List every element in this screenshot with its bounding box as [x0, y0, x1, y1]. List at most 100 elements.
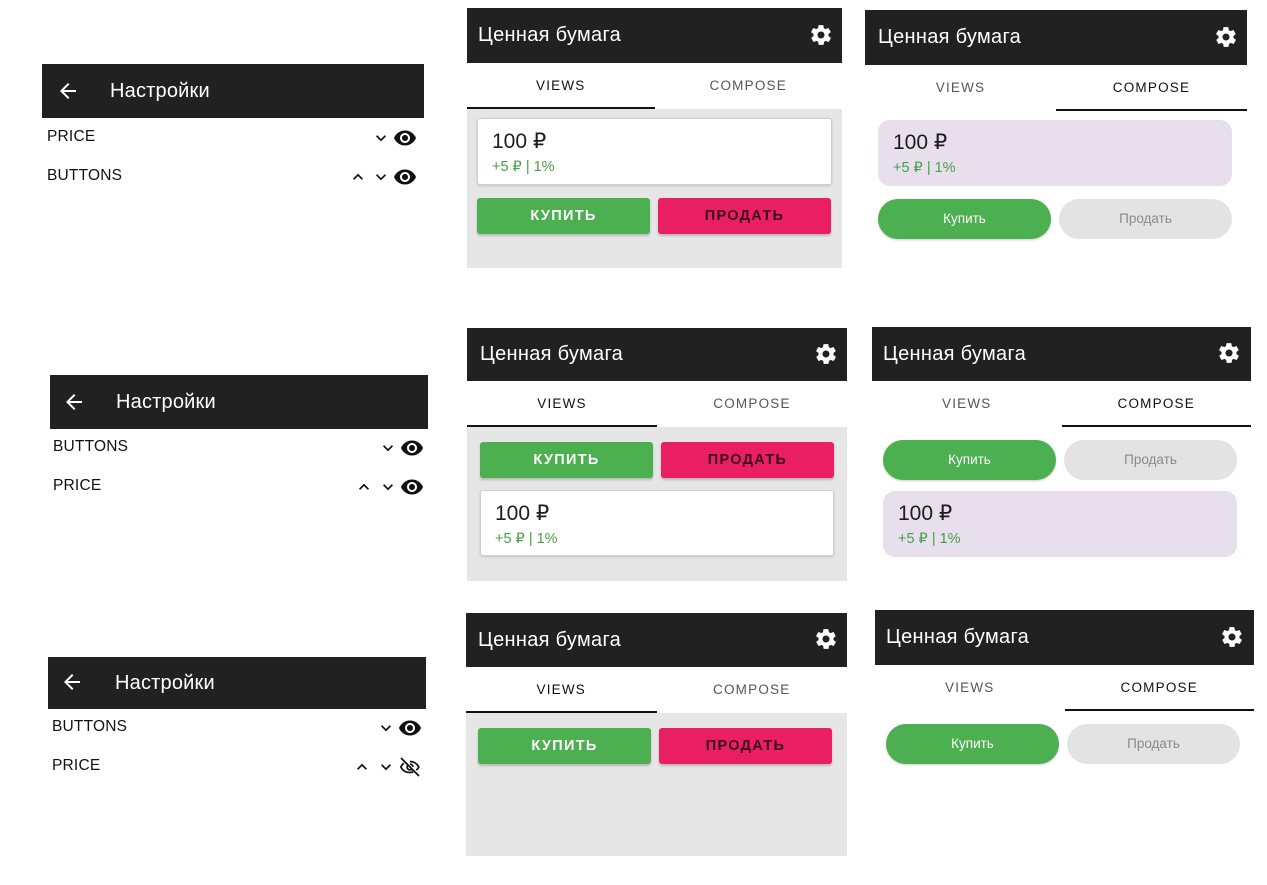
- sell-button[interactable]: ПРОДАТЬ: [661, 442, 834, 478]
- chevron-down-icon[interactable]: [376, 436, 400, 460]
- settings-row-price: PRICE: [42, 124, 424, 152]
- buy-button[interactable]: КУПИТЬ: [480, 442, 653, 478]
- compose-content: Купить Продать: [875, 711, 1254, 770]
- screen-views-buttons-only: Ценная бумага VIEWS COMPOSE КУПИТЬ ПРОДА…: [466, 613, 847, 856]
- price-card: 100 ₽ +5 ₽ | 1%: [878, 120, 1232, 186]
- settings-title: Настройки: [115, 672, 215, 694]
- price-value: 100 ₽: [492, 130, 547, 153]
- settings-app-bar: Настройки: [48, 657, 426, 709]
- settings-app-bar: Настройки: [50, 375, 428, 429]
- app-bar: Ценная бумага: [875, 610, 1254, 665]
- back-arrow-icon[interactable]: [56, 79, 80, 103]
- views-content: КУПИТЬ ПРОДАТЬ: [466, 713, 847, 856]
- tab-bar: VIEWS COMPOSE: [466, 667, 847, 713]
- compose-content: 100 ₽ +5 ₽ | 1% Купить Продать: [865, 111, 1247, 250]
- chevron-down-icon[interactable]: [369, 165, 393, 189]
- price-value: 100 ₽: [898, 502, 953, 525]
- tab-compose[interactable]: COMPOSE: [1064, 665, 1254, 711]
- app-bar: Ценная бумага: [872, 327, 1251, 381]
- chevron-down-icon[interactable]: [369, 126, 393, 150]
- sell-button[interactable]: Продать: [1059, 199, 1232, 239]
- chevron-up-icon[interactable]: [346, 165, 370, 189]
- buy-button[interactable]: КУПИТЬ: [478, 728, 651, 764]
- settings-title: Настройки: [116, 391, 216, 413]
- settings-row-label: PRICE: [53, 477, 102, 494]
- settings-panel-2: Настройки BUTTONS PRICE: [50, 375, 428, 505]
- screen-title: Ценная бумага: [883, 343, 1027, 365]
- tab-views[interactable]: VIEWS: [467, 63, 655, 109]
- buy-button[interactable]: Купить: [883, 440, 1056, 480]
- gear-icon[interactable]: [814, 342, 838, 366]
- settings-row-price: PRICE: [48, 753, 426, 781]
- sell-button[interactable]: Продать: [1067, 724, 1240, 764]
- compose-content: Купить Продать 100 ₽ +5 ₽ | 1%: [872, 427, 1251, 572]
- views-content: КУПИТЬ ПРОДАТЬ 100 ₽ +5 ₽ | 1%: [467, 427, 847, 581]
- eye-icon[interactable]: [393, 126, 417, 150]
- tab-bar: VIEWS COMPOSE: [467, 381, 847, 427]
- settings-row-label: BUTTONS: [53, 438, 129, 455]
- tab-bar: VIEWS COMPOSE: [872, 381, 1251, 427]
- gear-icon[interactable]: [1220, 625, 1244, 649]
- tab-compose[interactable]: COMPOSE: [1056, 65, 1247, 111]
- settings-row-buttons: BUTTONS: [50, 434, 428, 462]
- tab-compose[interactable]: COMPOSE: [655, 63, 843, 109]
- tab-bar: VIEWS COMPOSE: [865, 65, 1247, 111]
- screen-views-buttons-price: Ценная бумага VIEWS COMPOSE КУПИТЬ ПРОДА…: [467, 328, 847, 581]
- gear-icon[interactable]: [814, 627, 838, 651]
- price-change: +5 ₽ | 1%: [495, 531, 558, 547]
- eye-icon[interactable]: [393, 165, 417, 189]
- screen-title: Ценная бумага: [478, 24, 622, 46]
- price-change: +5 ₽ | 1%: [893, 160, 956, 176]
- settings-row-label: BUTTONS: [47, 167, 123, 184]
- app-bar: Ценная бумага: [466, 613, 847, 667]
- tab-compose[interactable]: COMPOSE: [1061, 381, 1251, 427]
- eye-off-icon[interactable]: [398, 755, 422, 779]
- tab-views[interactable]: VIEWS: [875, 665, 1065, 711]
- screen-title: Ценная бумага: [886, 626, 1030, 648]
- sell-button[interactable]: ПРОДАТЬ: [658, 198, 831, 234]
- price-change: +5 ₽ | 1%: [898, 531, 961, 547]
- tab-compose[interactable]: COMPOSE: [657, 667, 848, 713]
- tab-views[interactable]: VIEWS: [872, 381, 1062, 427]
- settings-row-buttons: BUTTONS: [42, 163, 424, 191]
- price-card: 100 ₽ +5 ₽ | 1%: [480, 490, 834, 556]
- buy-button[interactable]: КУПИТЬ: [477, 198, 650, 234]
- buy-button[interactable]: Купить: [878, 199, 1051, 239]
- gear-icon[interactable]: [1214, 25, 1238, 49]
- screen-title: Ценная бумага: [878, 26, 1022, 48]
- settings-panel-3: Настройки BUTTONS PRICE: [48, 657, 426, 787]
- tab-views[interactable]: VIEWS: [467, 381, 657, 427]
- chevron-up-icon[interactable]: [352, 475, 376, 499]
- app-bar: Ценная бумага: [865, 10, 1247, 65]
- eye-icon[interactable]: [400, 436, 424, 460]
- settings-app-bar: Настройки: [42, 64, 424, 118]
- price-card: 100 ₽ +5 ₽ | 1%: [477, 118, 832, 185]
- sell-button[interactable]: Продать: [1064, 440, 1237, 480]
- screen-title: Ценная бумага: [480, 343, 624, 365]
- tab-views[interactable]: VIEWS: [865, 65, 1056, 111]
- screen-title: Ценная бумага: [478, 629, 622, 651]
- price-value: 100 ₽: [893, 131, 948, 154]
- tab-compose[interactable]: COMPOSE: [657, 381, 847, 427]
- chevron-down-icon[interactable]: [376, 475, 400, 499]
- settings-row-buttons: BUTTONS: [48, 714, 426, 742]
- gear-icon[interactable]: [809, 23, 833, 47]
- eye-icon[interactable]: [398, 716, 422, 740]
- settings-panel-1: Настройки PRICE BUTTONS: [42, 64, 424, 194]
- eye-icon[interactable]: [400, 475, 424, 499]
- back-arrow-icon[interactable]: [60, 670, 84, 694]
- tab-bar: VIEWS COMPOSE: [875, 665, 1254, 711]
- chevron-up-icon[interactable]: [350, 755, 374, 779]
- sell-button[interactable]: ПРОДАТЬ: [659, 728, 832, 764]
- screen-compose-buttons-price: Ценная бумага VIEWS COMPOSE Купить Прода…: [872, 327, 1251, 572]
- tab-views[interactable]: VIEWS: [466, 667, 657, 713]
- screen-views-price-buttons: Ценная бумага VIEWS COMPOSE 100 ₽ +5 ₽ |…: [467, 8, 842, 268]
- gear-icon[interactable]: [1217, 341, 1241, 365]
- chevron-down-icon[interactable]: [374, 716, 398, 740]
- buy-button[interactable]: Купить: [886, 724, 1059, 764]
- tab-bar: VIEWS COMPOSE: [467, 63, 842, 109]
- settings-row-price: PRICE: [50, 473, 428, 501]
- chevron-down-icon[interactable]: [374, 755, 398, 779]
- back-arrow-icon[interactable]: [62, 390, 86, 414]
- price-change: +5 ₽ | 1%: [492, 159, 555, 175]
